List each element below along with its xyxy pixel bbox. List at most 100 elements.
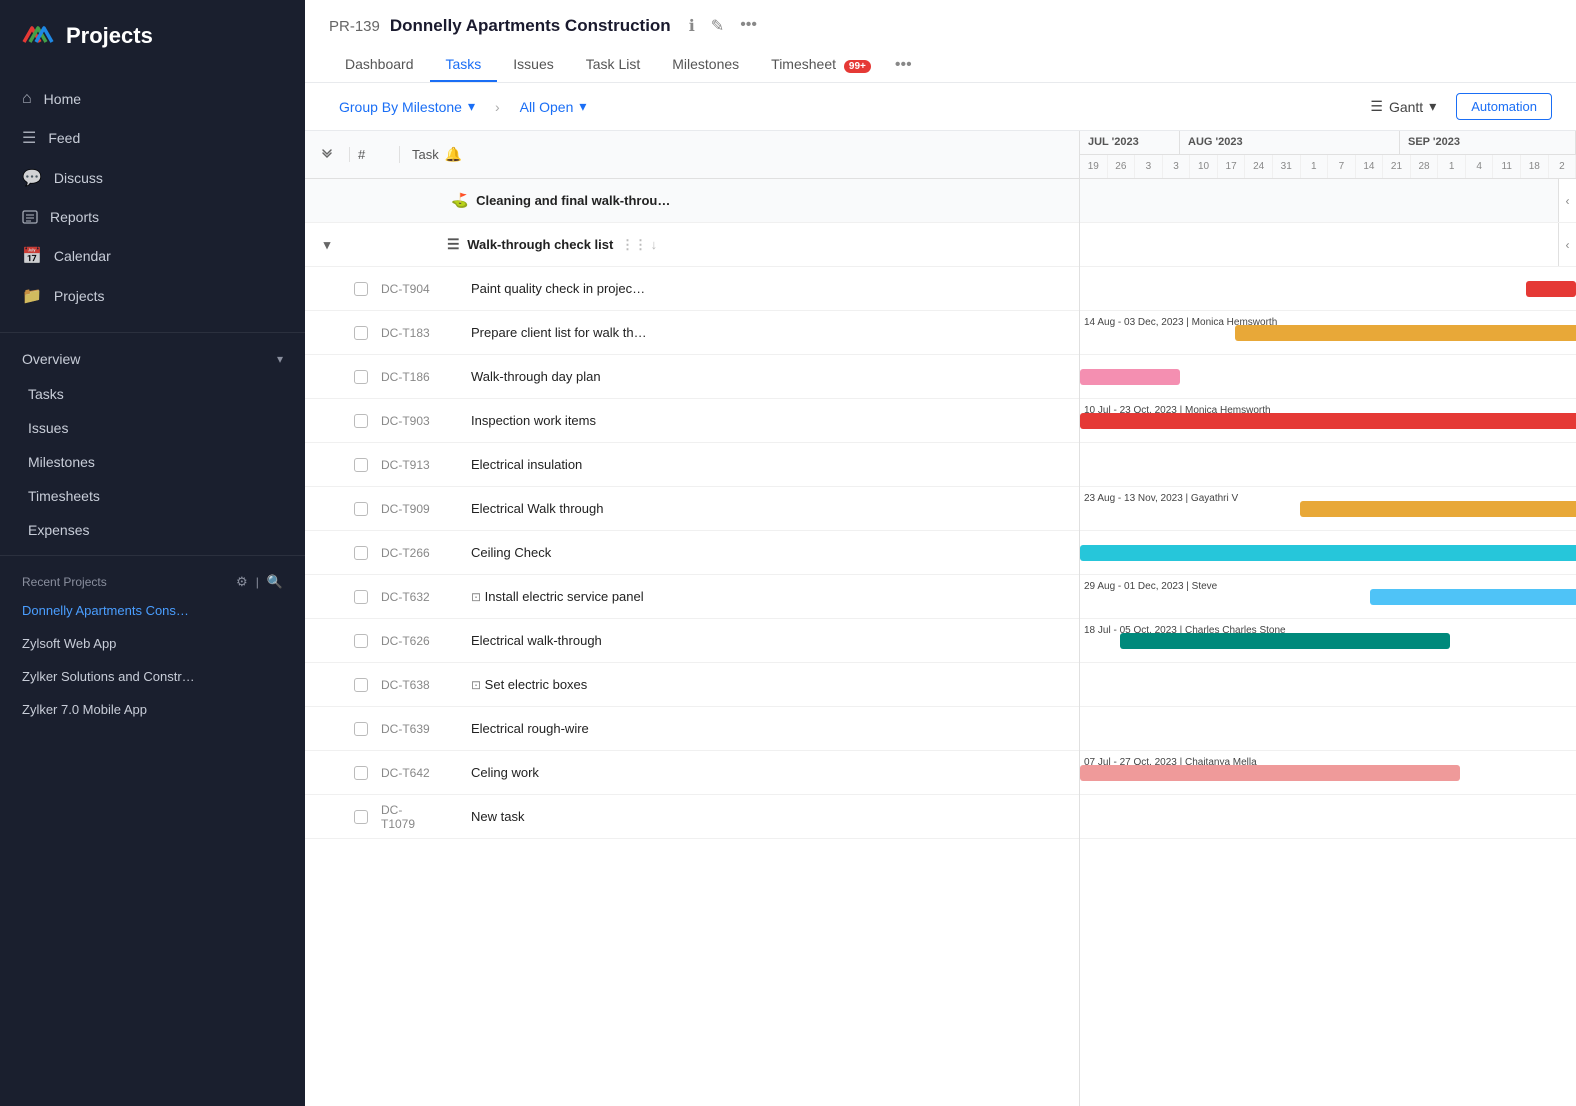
subtask-expand-icon-2[interactable]: ⊡ [471, 678, 481, 692]
tab-milestones[interactable]: Milestones [656, 48, 755, 82]
recent-projects-header: Recent Projects ⚙ | 🔍 [0, 564, 305, 594]
milestone-row: ⛳ Cleaning and final walk-throu… [305, 179, 1079, 223]
gantt-chart: JUL '2023 AUG '2023 SEP '2023 19 26 3 3 … [1080, 131, 1576, 1106]
recent-projects-actions: ⚙ | 🔍 [236, 574, 283, 590]
table-row: DC-T183 Prepare client list for walk th… [305, 311, 1079, 355]
group-by-button[interactable]: Group By Milestone ▾ [329, 93, 485, 120]
gantt-header: JUL '2023 AUG '2023 SEP '2023 19 26 3 3 … [1080, 131, 1576, 179]
gantt-day: 10 [1190, 155, 1218, 178]
sidebar-item-home[interactable]: ⌂ Home [0, 80, 305, 118]
gantt-day: 14 [1356, 155, 1384, 178]
subtask-expand-icon[interactable]: ⊡ [471, 590, 481, 604]
project-id: PR-139 [329, 18, 380, 35]
gantt-day: 3 [1135, 155, 1163, 178]
gantt-row-dc-t632: 29 Aug - 01 Dec, 2023 | Steve [1080, 575, 1576, 619]
sidebar-item-milestones[interactable]: Milestones [0, 445, 305, 479]
recent-proj-donnelly[interactable]: Donnelly Apartments Cons… [0, 594, 305, 627]
gantt-collapse-handle[interactable]: ‹ [1558, 179, 1576, 222]
filter-chevron-icon: ▾ [579, 98, 586, 115]
gantt-bar-903[interactable] [1080, 413, 1576, 429]
gantt-bar-904[interactable] [1526, 281, 1576, 297]
gantt-row-dc-t903: 10 Jul - 23 Oct, 2023 | Monica Hemsworth [1080, 399, 1576, 443]
calendar-icon: 📅 [22, 246, 42, 266]
main-content: PR-139 Donnelly Apartments Construction … [305, 0, 1576, 1106]
tab-dashboard[interactable]: Dashboard [329, 48, 430, 82]
group-by-label: Group By Milestone [339, 99, 462, 115]
gantt-row-dc-t183: 14 Aug - 03 Dec, 2023 | Monica Hemsworth [1080, 311, 1576, 355]
drag-icon[interactable]: ⋮⋮ [621, 237, 647, 252]
task-table: # Task 🔔 ⛳ Cleaning and final walk-throu… [305, 131, 1080, 1106]
recent-proj-zylsoft[interactable]: Zylsoft Web App [0, 627, 305, 660]
sidebar-item-timesheets[interactable]: Timesheets [0, 479, 305, 513]
sidebar-divider-2 [0, 555, 305, 556]
sidebar-item-discuss[interactable]: 💬 Discuss [0, 158, 305, 198]
gantt-row-milestone: ‹ [1080, 179, 1576, 223]
gantt-bar-632[interactable] [1370, 589, 1576, 605]
gantt-bar-183[interactable] [1235, 325, 1576, 341]
sidebar-item-feed[interactable]: ☰ Feed [0, 118, 305, 158]
sidebar-nav: ⌂ Home ☰ Feed 💬 Discuss Reports 📅 [0, 72, 305, 324]
discuss-icon: 💬 [22, 168, 42, 188]
gantt-day: 21 [1383, 155, 1411, 178]
tab-timesheet[interactable]: Timesheet 99+ [755, 48, 887, 82]
filter-icon[interactable]: ⚙ [236, 574, 248, 590]
gantt-days: 19 26 3 3 10 17 24 31 1 7 14 21 28 1 4 1… [1080, 155, 1576, 178]
gantt-row-dc-t642: 07 Jul - 27 Oct, 2023 | Chaitanya Mella [1080, 751, 1576, 795]
gantt-month-sep: SEP '2023 [1400, 131, 1576, 154]
task-table-header: # Task 🔔 [305, 131, 1079, 179]
filter-label: All Open [520, 99, 574, 115]
search-icon[interactable]: 🔍 [267, 574, 283, 590]
gantt-bar-642[interactable] [1080, 765, 1460, 781]
table-row: DC-T904 Paint quality check in projec… [305, 267, 1079, 311]
more-options-icon[interactable]: ••• [736, 14, 761, 38]
recent-proj-zylker-mobile[interactable]: Zylker 7.0 Mobile App [0, 693, 305, 726]
gantt-bar-626[interactable] [1120, 633, 1450, 649]
edit-icon[interactable]: ✎ [707, 14, 728, 38]
gantt-bar-909[interactable] [1300, 501, 1576, 517]
table-row: DC-T903 Inspection work items [305, 399, 1079, 443]
gantt-month-aug: AUG '2023 [1180, 131, 1400, 154]
toolbar: Group By Milestone ▾ › All Open ▾ ☰ Gant… [305, 83, 1576, 131]
automation-button[interactable]: Automation [1456, 93, 1552, 120]
toolbar-left: Group By Milestone ▾ › All Open ▾ [329, 93, 596, 120]
gantt-row-dc-t1079 [1080, 795, 1576, 839]
gantt-bar-266[interactable] [1080, 545, 1576, 561]
gantt-row-dc-t904: 21 Sep [1080, 267, 1576, 311]
sidebar-item-issues[interactable]: Issues [0, 411, 305, 445]
gantt-bar-186[interactable] [1080, 369, 1180, 385]
gantt-row-dc-t909: 23 Aug - 13 Nov, 2023 | Gayathri V [1080, 487, 1576, 531]
sidebar: Projects ⌂ Home ☰ Feed 💬 Discuss Report [0, 0, 305, 1106]
gantt-bar-label-632: 29 Aug - 01 Dec, 2023 | Steve [1080, 581, 1217, 592]
section-collapse-icon[interactable]: ▾ [324, 237, 331, 253]
table-row: DC-T638 ⊡ Set electric boxes [305, 663, 1079, 707]
overview-section[interactable]: Overview ▾ [0, 341, 305, 377]
task-column-header: Task 🔔 [399, 146, 1079, 163]
sidebar-item-tasks[interactable]: Tasks [0, 377, 305, 411]
recent-proj-zylker-solutions[interactable]: Zylker Solutions and Constr… [0, 660, 305, 693]
collapse-all-button[interactable] [305, 148, 349, 162]
gantt-day: 31 [1273, 155, 1301, 178]
tab-task-list[interactable]: Task List [570, 48, 656, 82]
gantt-container: # Task 🔔 ⛳ Cleaning and final walk-throu… [305, 131, 1576, 1106]
sidebar-item-label: Discuss [54, 170, 103, 186]
gantt-view-button[interactable]: ☰ Gantt ▾ [1360, 93, 1446, 120]
group-by-chevron-icon: ▾ [468, 98, 475, 115]
gantt-collapse-handle-2[interactable]: ‹ [1558, 223, 1576, 266]
table-row: DC-T642 Celing work [305, 751, 1079, 795]
milestone-icon: ⛳ [451, 192, 468, 208]
gantt-day: 24 [1245, 155, 1273, 178]
sidebar-item-projects[interactable]: 📁 Projects [0, 276, 305, 316]
gantt-row-dc-t638 [1080, 663, 1576, 707]
gantt-day: 17 [1218, 155, 1246, 178]
more-tabs-icon[interactable]: ••• [887, 48, 920, 82]
sort-icon[interactable]: ↓ [651, 237, 658, 252]
gantt-row-section: ‹ [1080, 223, 1576, 267]
sidebar-item-calendar[interactable]: 📅 Calendar [0, 236, 305, 276]
tab-tasks[interactable]: Tasks [430, 48, 498, 82]
tab-issues[interactable]: Issues [497, 48, 569, 82]
sidebar-item-reports[interactable]: Reports [0, 198, 305, 236]
sidebar-item-expenses[interactable]: Expenses [0, 513, 305, 547]
info-icon[interactable]: ℹ [685, 14, 699, 38]
filter-button[interactable]: All Open ▾ [510, 93, 597, 120]
table-row: DC-T266 Ceiling Check [305, 531, 1079, 575]
